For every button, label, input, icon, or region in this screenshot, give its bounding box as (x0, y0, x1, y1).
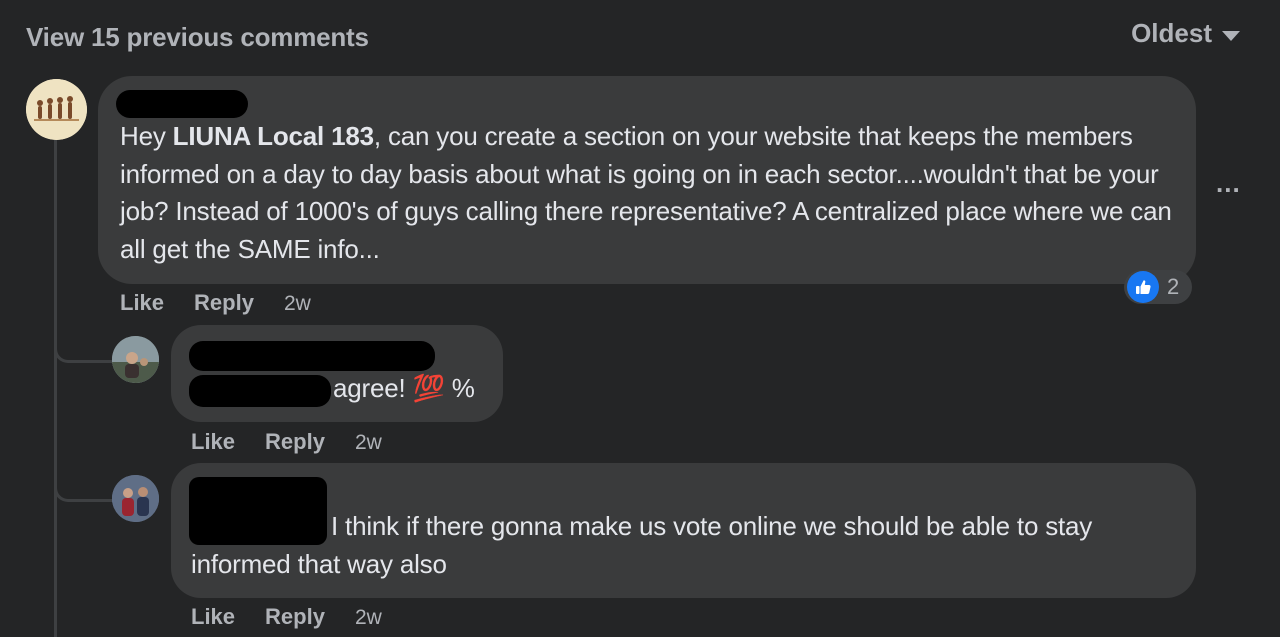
sort-label: Oldest (1131, 18, 1212, 48)
reply-button[interactable]: Reply (265, 429, 325, 455)
thumbs-up-icon (1127, 271, 1159, 303)
mention-link[interactable]: LIUNA Local 183 (173, 121, 374, 151)
avatar[interactable] (112, 336, 159, 383)
comment-thread: View 15 previous comments Oldest Hey LIU… (0, 0, 1280, 637)
caret-down-icon (1222, 30, 1240, 41)
like-button[interactable]: Like (120, 290, 164, 316)
reaction-count: 2 (1167, 274, 1180, 299)
view-previous-comments-link[interactable]: View 15 previous comments (26, 22, 369, 53)
timestamp[interactable]: 2w (355, 606, 382, 630)
like-button[interactable]: Like (191, 604, 235, 630)
comment-text: Hey LIUNA Local 183, can you create a se… (120, 118, 1196, 268)
avatar[interactable] (112, 475, 159, 522)
avatar[interactable] (26, 79, 87, 140)
comment-actions: Like Reply 2w (191, 604, 382, 630)
reply-branch-line (54, 336, 119, 363)
reaction-summary[interactable]: 2 (1124, 270, 1192, 304)
redacted-text (189, 375, 331, 407)
redacted-author-name (116, 90, 248, 118)
comment-bubble: I think if there gonna make us vote onli… (171, 463, 1196, 598)
reply-button[interactable]: Reply (265, 604, 325, 630)
avatar-image (112, 336, 159, 383)
reply-button[interactable]: Reply (194, 290, 254, 316)
comment-bubble: agree! 💯 % (171, 325, 503, 422)
timestamp[interactable]: 2w (284, 292, 311, 316)
comment-text: agree! 💯 % (333, 373, 475, 403)
more-options-icon[interactable]: ... (1216, 168, 1241, 199)
avatar-image (26, 79, 87, 140)
like-button[interactable]: Like (191, 429, 235, 455)
sort-dropdown[interactable]: Oldest (1131, 18, 1240, 49)
comment-actions: Like Reply 2w (120, 290, 311, 316)
comment-bubble: Hey LIUNA Local 183, can you create a se… (98, 76, 1196, 284)
comment-actions: Like Reply 2w (191, 429, 382, 455)
timestamp[interactable]: 2w (355, 431, 382, 455)
reply-branch-line (54, 475, 119, 502)
thread-line (54, 140, 57, 637)
comment-text: I think if there gonna make us vote onli… (191, 511, 1093, 579)
redacted-author-name (189, 341, 435, 371)
avatar-image (112, 475, 159, 522)
comment-text-start: Hey (120, 121, 173, 151)
